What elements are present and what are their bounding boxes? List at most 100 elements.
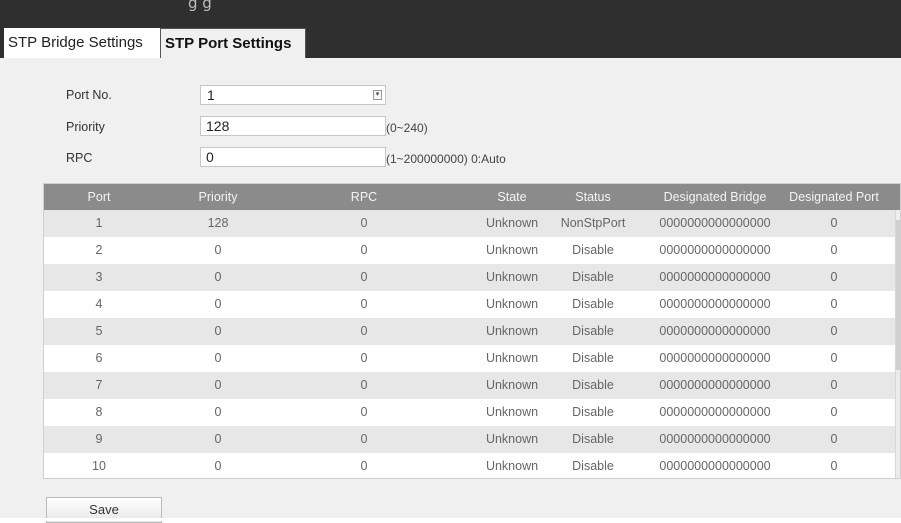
cell-designated-port: 0 <box>830 324 838 338</box>
cell-designated-bridge: 0000000000000000 <box>659 243 771 257</box>
cell-rpc: 0 <box>360 297 368 311</box>
cell-priority: 0 <box>214 270 222 284</box>
cell-status: Disable <box>572 351 614 365</box>
cell-designated-port: 0 <box>830 243 838 257</box>
cell-status: Disable <box>572 270 614 284</box>
cell-port: 5 <box>95 324 103 338</box>
cell-port: 7 <box>95 378 103 392</box>
cell-rpc: 0 <box>360 216 368 230</box>
cell-status: NonStpPort <box>560 216 626 230</box>
cell-port: 9 <box>95 432 103 446</box>
table-row[interactable]: 7 0 0 Unknown Disable 0000000000000000 0 <box>44 372 900 399</box>
cell-state: Unknown <box>485 432 539 446</box>
column-header-state: State <box>497 190 527 204</box>
cell-priority: 0 <box>214 324 222 338</box>
cell-priority: 0 <box>214 432 222 446</box>
table-row[interactable]: 4 0 0 Unknown Disable 0000000000000000 0 <box>44 291 900 318</box>
cell-designated-bridge: 0000000000000000 <box>659 297 771 311</box>
cell-status: Disable <box>572 459 614 473</box>
cell-port: 8 <box>95 405 103 419</box>
cell-designated-bridge: 0000000000000000 <box>659 216 771 230</box>
cell-priority: 0 <box>214 405 222 419</box>
scrollbar-thumb[interactable] <box>896 220 900 370</box>
column-header-port: Port <box>87 190 111 204</box>
table-row[interactable]: 5 0 0 Unknown Disable 0000000000000000 0 <box>44 318 900 345</box>
cell-status: Disable <box>572 405 614 419</box>
cell-designated-port: 0 <box>830 216 838 230</box>
cell-priority: 0 <box>214 297 222 311</box>
cell-priority: 0 <box>214 378 222 392</box>
table-row[interactable]: 9 0 0 Unknown Disable 0000000000000000 0 <box>44 426 900 453</box>
cell-designated-bridge: 0000000000000000 <box>659 459 771 473</box>
cell-designated-port: 0 <box>830 405 838 419</box>
column-header-designated-port: Designated Port <box>789 190 879 204</box>
cell-status: Disable <box>572 324 614 338</box>
port-no-label: Port No. <box>66 88 112 102</box>
column-header-rpc: RPC <box>350 190 378 204</box>
rpc-label: RPC <box>66 151 93 165</box>
rpc-hint: (1~200000000) 0:Auto <box>386 152 506 166</box>
cell-state: Unknown <box>485 378 539 392</box>
cell-state: Unknown <box>485 270 539 284</box>
cell-state: Unknown <box>485 324 539 338</box>
cell-state: Unknown <box>485 351 539 365</box>
column-header-priority: Priority <box>198 190 238 204</box>
cell-state: Unknown <box>485 243 539 257</box>
cell-designated-bridge: 0000000000000000 <box>659 270 771 284</box>
column-header-designated-bridge: Designated Bridge <box>663 190 767 204</box>
column-header-status: Status <box>575 190 611 204</box>
cell-status: Disable <box>572 297 614 311</box>
cell-designated-bridge: 0000000000000000 <box>659 405 771 419</box>
tab-stp-bridge-settings[interactable]: STP Bridge Settings <box>4 28 160 58</box>
port-no-select[interactable]: 1 ▾ <box>200 85 386 105</box>
cell-designated-bridge: 0000000000000000 <box>659 378 771 392</box>
table-row[interactable]: 10 0 0 Unknown Disable 0000000000000000 … <box>44 453 900 478</box>
cell-designated-port: 0 <box>830 459 838 473</box>
top-bar: g g <box>0 0 901 24</box>
cell-state: Unknown <box>485 297 539 311</box>
cell-port: 10 <box>92 459 106 473</box>
cell-state: Unknown <box>485 216 539 230</box>
table-row[interactable]: 2 0 0 Unknown Disable 0000000000000000 0 <box>44 237 900 264</box>
cell-priority: 0 <box>214 243 222 257</box>
cell-port: 6 <box>95 351 103 365</box>
cell-priority: 0 <box>214 459 222 473</box>
cell-designated-bridge: 0000000000000000 <box>659 432 771 446</box>
port-no-value: 1 <box>207 87 215 103</box>
cell-status: Disable <box>572 378 614 392</box>
cell-designated-port: 0 <box>830 351 838 365</box>
cell-port: 1 <box>95 216 103 230</box>
cell-status: Disable <box>572 432 614 446</box>
cell-designated-bridge: 0000000000000000 <box>659 351 771 365</box>
cell-rpc: 0 <box>360 432 368 446</box>
cell-rpc: 0 <box>360 351 368 365</box>
cell-rpc: 0 <box>360 243 368 257</box>
cell-designated-bridge: 0000000000000000 <box>659 324 771 338</box>
rpc-input[interactable] <box>200 147 386 167</box>
chevron-down-icon[interactable]: ▾ <box>373 90 382 100</box>
cell-priority: 128 <box>207 216 229 230</box>
cell-rpc: 0 <box>360 405 368 419</box>
cell-designated-port: 0 <box>830 432 838 446</box>
table-row[interactable]: 3 0 0 Unknown Disable 0000000000000000 0 <box>44 264 900 291</box>
table-row[interactable]: 1 128 0 Unknown NonStpPort 0000000000000… <box>44 210 900 237</box>
priority-hint: (0~240) <box>386 121 428 135</box>
cell-port: 4 <box>95 297 103 311</box>
table-row[interactable]: 8 0 0 Unknown Disable 0000000000000000 0 <box>44 399 900 426</box>
cell-port: 3 <box>95 270 103 284</box>
cell-designated-port: 0 <box>830 297 838 311</box>
priority-input[interactable] <box>200 116 386 136</box>
cell-rpc: 0 <box>360 378 368 392</box>
cell-designated-port: 0 <box>830 270 838 284</box>
cell-rpc: 0 <box>360 459 368 473</box>
cell-priority: 0 <box>214 351 222 365</box>
table-header: Port Priority RPC State Status Designate… <box>44 184 900 210</box>
table-row[interactable]: 6 0 0 Unknown Disable 0000000000000000 0 <box>44 345 900 372</box>
cell-port: 2 <box>95 243 103 257</box>
tab-stp-port-settings[interactable]: STP Port Settings <box>160 28 306 58</box>
cell-state: Unknown <box>485 459 539 473</box>
cell-rpc: 0 <box>360 324 368 338</box>
table-scrollbar[interactable] <box>895 210 900 478</box>
cell-state: Unknown <box>485 405 539 419</box>
page-title-partial: g g <box>188 0 212 12</box>
